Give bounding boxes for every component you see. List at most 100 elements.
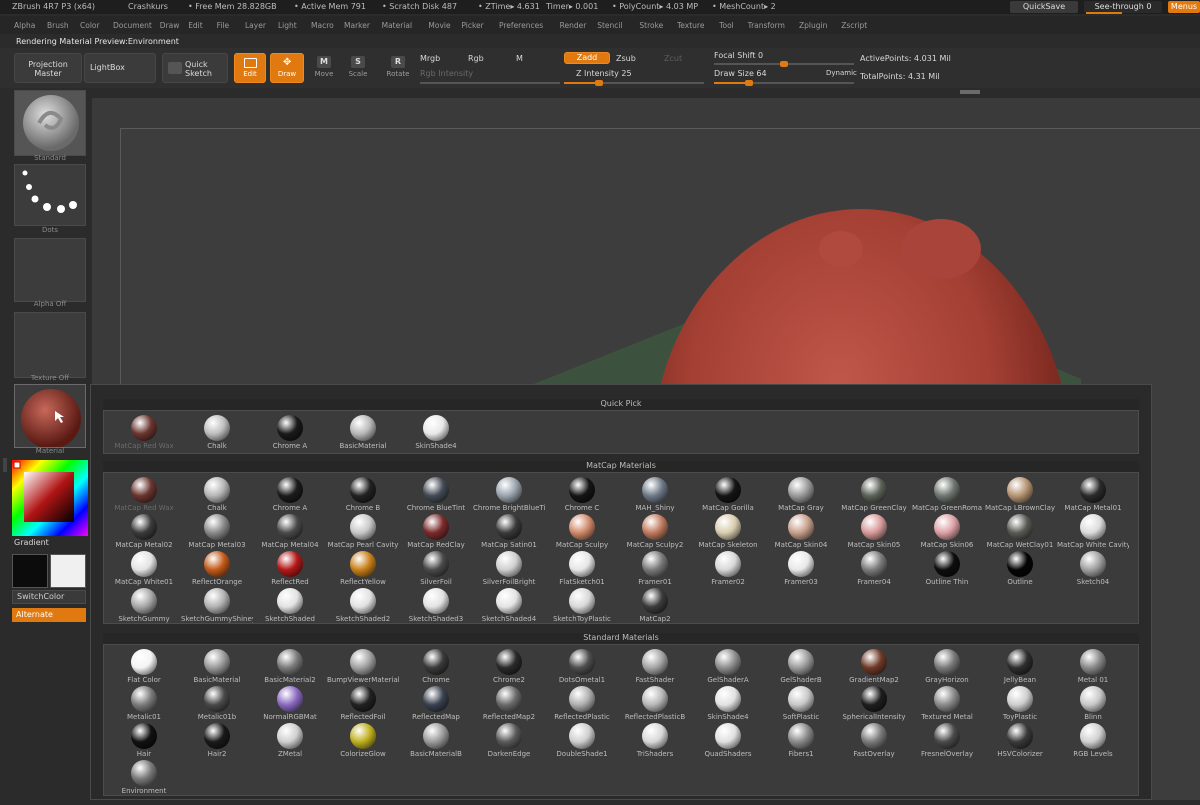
draw-size-slider[interactable]: [714, 80, 854, 86]
zcut-button[interactable]: Zcut: [664, 54, 682, 63]
menu-picker[interactable]: Picker: [461, 21, 483, 30]
zsub-button[interactable]: Zsub: [616, 54, 636, 63]
material-flat-color[interactable]: Flat Color: [108, 649, 180, 684]
focal-shift-knob[interactable]: [780, 61, 788, 67]
material-doubleshade1[interactable]: DoubleShade1: [546, 723, 618, 758]
material-basicmaterial[interactable]: BasicMaterial: [327, 415, 399, 450]
material-chalk[interactable]: Chalk: [181, 415, 253, 450]
material-matcap-greenclay[interactable]: MatCap GreenClay: [838, 477, 910, 512]
material-basicmaterial2[interactable]: BasicMaterial2: [254, 649, 326, 684]
left-shelf-handle[interactable]: [3, 458, 7, 472]
stroke-thumbnail[interactable]: [14, 164, 86, 226]
material-basicmaterial[interactable]: BasicMaterial: [181, 649, 253, 684]
material-sketchgummy[interactable]: SketchGummy: [108, 588, 180, 623]
material-jellybean[interactable]: JellyBean: [984, 649, 1056, 684]
color-picker[interactable]: [12, 460, 88, 536]
secondary-color-swatch[interactable]: [12, 554, 48, 588]
menu-edit[interactable]: Edit: [188, 21, 203, 30]
material-chrome-bluetint[interactable]: Chrome BlueTint: [400, 477, 472, 512]
lightbox-button[interactable]: LightBox: [84, 53, 156, 83]
material-hair2[interactable]: Hair2: [181, 723, 253, 758]
material-matcap-satin01[interactable]: MatCap Satin01: [473, 514, 545, 549]
material-framer04[interactable]: Framer04: [838, 551, 910, 586]
material-colorizeglow[interactable]: ColorizeGlow: [327, 723, 399, 758]
material-fastshader[interactable]: FastShader: [619, 649, 691, 684]
material-sketch04[interactable]: Sketch04: [1057, 551, 1129, 586]
material-matcap-gorilla[interactable]: MatCap Gorilla: [692, 477, 764, 512]
menu-draw[interactable]: Draw: [160, 21, 180, 30]
material-mah-shiny[interactable]: MAH_Shiny: [619, 477, 691, 512]
material-grayhorizon[interactable]: GrayHorizon: [911, 649, 983, 684]
material-matcap-skin06[interactable]: MatCap Skin06: [911, 514, 983, 549]
material-dotsometal1[interactable]: DotsOmetal1: [546, 649, 618, 684]
brush-thumbnail[interactable]: [14, 90, 86, 156]
material-sketchshaded4[interactable]: SketchShaded4: [473, 588, 545, 623]
material-chrome-a[interactable]: Chrome A: [254, 415, 326, 450]
material-chrome-b[interactable]: Chrome B: [327, 477, 399, 512]
material-reflectedplastic[interactable]: ReflectedPlastic: [546, 686, 618, 721]
material-matcap2[interactable]: MatCap2: [619, 588, 691, 623]
material-matcap-sculpy2[interactable]: MatCap Sculpy2: [619, 514, 691, 549]
material-matcap-skin05[interactable]: MatCap Skin05: [838, 514, 910, 549]
material-matcap-skeleton[interactable]: MatCap Skeleton: [692, 514, 764, 549]
scale-button[interactable]: S Scale: [346, 56, 370, 78]
move-button[interactable]: M Move: [312, 56, 336, 78]
material-skinshade4[interactable]: SkinShade4: [692, 686, 764, 721]
material-metalic01b[interactable]: Metalic01b: [181, 686, 253, 721]
alternate-button[interactable]: Alternate: [12, 608, 86, 622]
mrgb-button[interactable]: Mrgb: [420, 54, 440, 63]
material-matcap-red-wax[interactable]: MatCap Red Wax: [108, 477, 180, 512]
material-matcap-metal01[interactable]: MatCap Metal01: [1057, 477, 1129, 512]
material-reflectedplasticb[interactable]: ReflectedPlasticB: [619, 686, 691, 721]
material-skinshade4[interactable]: SkinShade4: [400, 415, 472, 450]
menu-zplugin[interactable]: Zplugin: [799, 21, 827, 30]
material-reflectyellow[interactable]: ReflectYellow: [327, 551, 399, 586]
material-chrome-brightblueti[interactable]: Chrome BrightBlueTi: [473, 477, 545, 512]
menu-zscript[interactable]: Zscript: [841, 21, 867, 30]
material-sketchshaded2[interactable]: SketchShaded2: [327, 588, 399, 623]
menu-color[interactable]: Color: [80, 21, 100, 30]
main-color-swatch[interactable]: [50, 554, 86, 588]
material-textured-metal[interactable]: Textured Metal: [911, 686, 983, 721]
menus-button[interactable]: Menus: [1168, 1, 1200, 13]
menu-layer[interactable]: Layer: [245, 21, 266, 30]
material-reflectedmap2[interactable]: ReflectedMap2: [473, 686, 545, 721]
z-intensity-slider[interactable]: [564, 80, 704, 86]
material-matcap-white-cavity[interactable]: MatCap White Cavity: [1057, 514, 1129, 549]
material-fresneloverlay[interactable]: FresnelOverlay: [911, 723, 983, 758]
material-blinn[interactable]: Blinn: [1057, 686, 1129, 721]
material-matcap-sculpy[interactable]: MatCap Sculpy: [546, 514, 618, 549]
material-sketchshaded[interactable]: SketchShaded: [254, 588, 326, 623]
material-reflectred[interactable]: ReflectRed: [254, 551, 326, 586]
draw-button[interactable]: ✥ Draw: [270, 53, 304, 83]
material-silverfoil[interactable]: SilverFoil: [400, 551, 472, 586]
zadd-button[interactable]: Zadd: [564, 52, 610, 64]
material-sphericalintensity[interactable]: SphericalIntensity: [838, 686, 910, 721]
menu-marker[interactable]: Marker: [344, 21, 370, 30]
material-matcap-redclay[interactable]: MatCap RedClay: [400, 514, 472, 549]
material-framer01[interactable]: Framer01: [619, 551, 691, 586]
menu-alpha[interactable]: Alpha: [14, 21, 35, 30]
menu-material[interactable]: Material: [382, 21, 412, 30]
material-reflectedmap[interactable]: ReflectedMap: [400, 686, 472, 721]
material-trishaders[interactable]: TriShaders: [619, 723, 691, 758]
material-outline[interactable]: Outline: [984, 551, 1056, 586]
m-button[interactable]: M: [516, 54, 523, 63]
material-matcap-gray[interactable]: MatCap Gray: [765, 477, 837, 512]
rotate-button[interactable]: R Rotate: [384, 56, 412, 78]
material-sketchshaded3[interactable]: SketchShaded3: [400, 588, 472, 623]
menu-stroke[interactable]: Stroke: [639, 21, 663, 30]
material-hair[interactable]: Hair: [108, 723, 180, 758]
menu-tool[interactable]: Tool: [719, 21, 734, 30]
material-metalic01[interactable]: Metalic01: [108, 686, 180, 721]
material-chalk[interactable]: Chalk: [181, 477, 253, 512]
material-gelshadera[interactable]: GelShaderA: [692, 649, 764, 684]
switchcolor-button[interactable]: SwitchColor: [12, 590, 86, 604]
material-sketchgummyshiney[interactable]: SketchGummyShiney: [181, 588, 253, 623]
material-matcap-metal04[interactable]: MatCap Metal04: [254, 514, 326, 549]
material-reflectedfoil[interactable]: ReflectedFoil: [327, 686, 399, 721]
material-environment[interactable]: Environment: [108, 760, 180, 795]
material-quadshaders[interactable]: QuadShaders: [692, 723, 764, 758]
material-basicmaterialb[interactable]: BasicMaterialB: [400, 723, 472, 758]
material-metal-01[interactable]: Metal 01: [1057, 649, 1129, 684]
